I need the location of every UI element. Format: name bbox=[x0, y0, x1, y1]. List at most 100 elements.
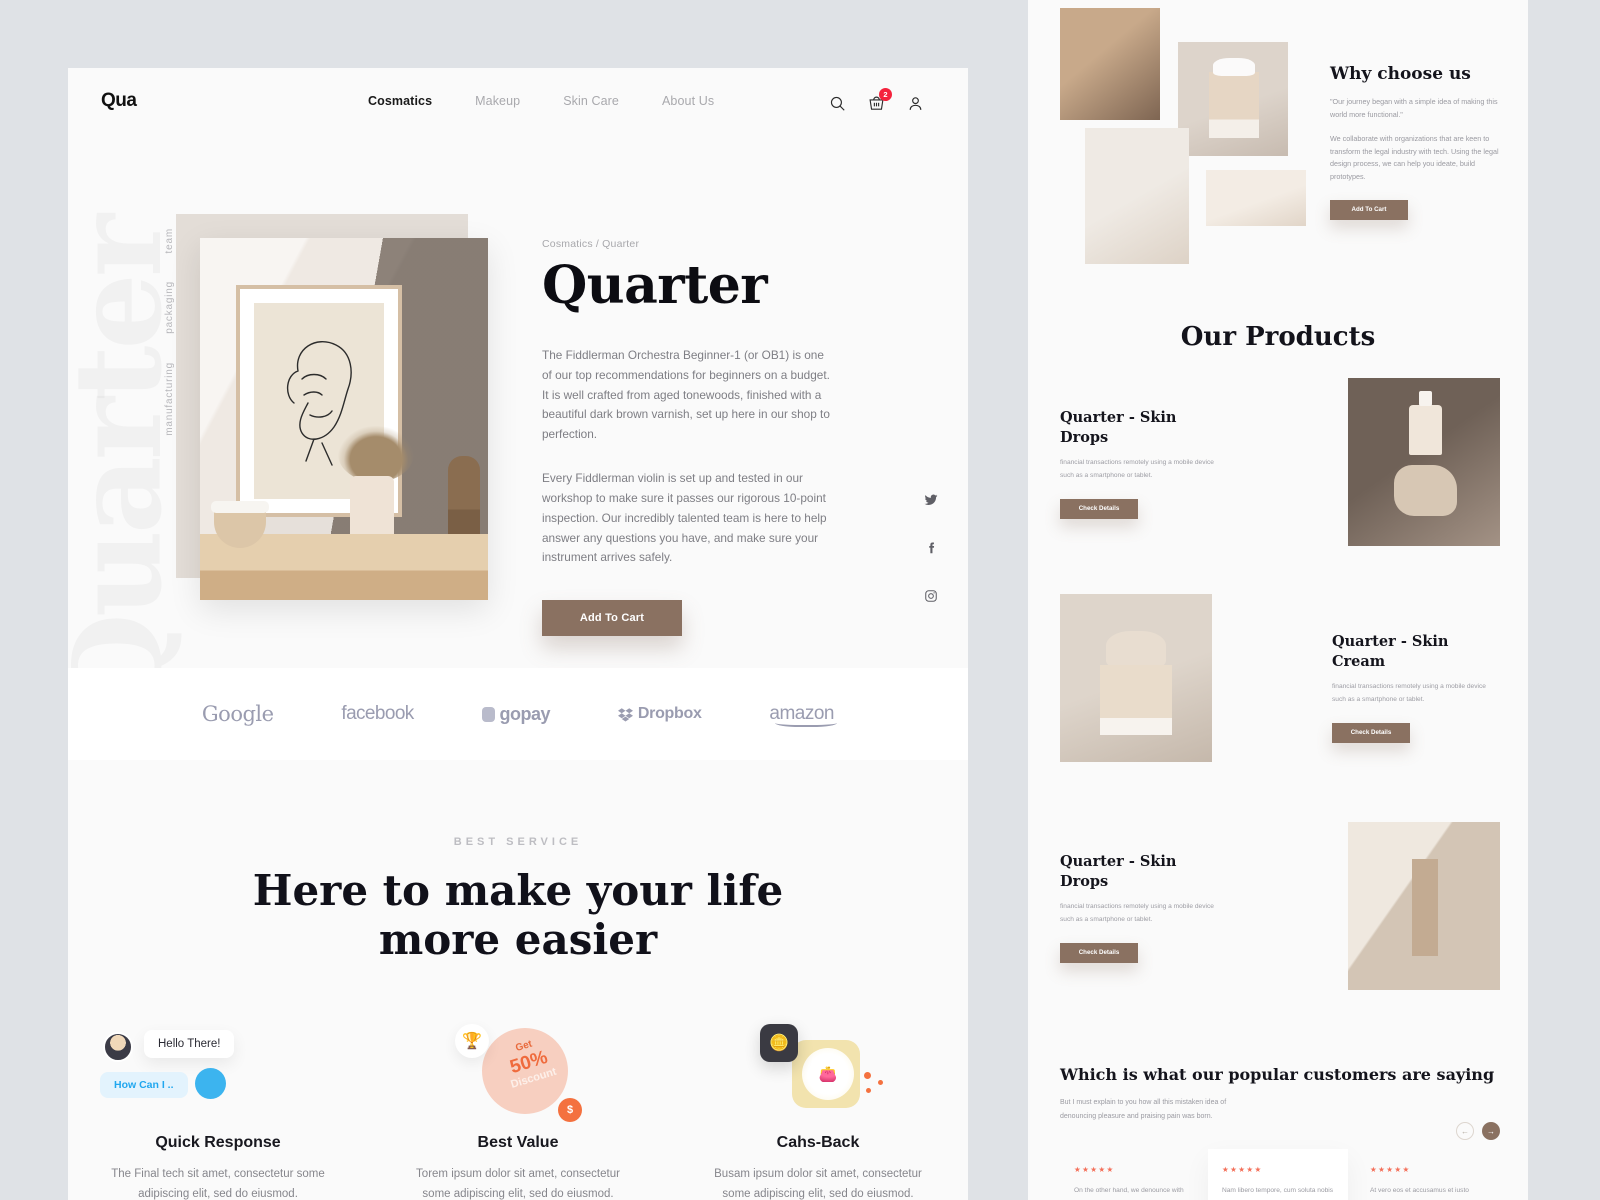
our-products-heading: Our Products bbox=[1180, 322, 1376, 352]
user-icon[interactable] bbox=[907, 95, 924, 112]
product-description: financial transactions remotely using a … bbox=[1332, 683, 1486, 704]
why-choose-us-quote: "Our journey began with a simple idea of… bbox=[1330, 97, 1498, 119]
breadcrumb: Cosmatics / Quarter bbox=[542, 238, 640, 250]
carousel-next-button[interactable]: → bbox=[1482, 1122, 1500, 1140]
hand-coin-icon: 🪙 bbox=[760, 1024, 798, 1063]
brand-logo-amazon: amazon bbox=[769, 703, 837, 727]
hero-product-photo bbox=[200, 238, 488, 600]
cart-count-badge: 2 bbox=[879, 88, 892, 101]
check-details-button[interactable]: Check Details bbox=[1332, 722, 1410, 743]
feature-card-quick-response: Hello There! How Can I .. Quick Response… bbox=[68, 1010, 368, 1200]
feature-art-cashback: 🪙 👛 bbox=[668, 1010, 968, 1128]
product-title: Quarter - Skin Cream bbox=[1332, 633, 1449, 670]
feature-title: Best Value bbox=[477, 1134, 559, 1152]
avatar bbox=[103, 1032, 133, 1063]
testimonials-heading: Which is what our popular customers are … bbox=[1060, 1065, 1495, 1084]
best-service-section: BEST SERVICE Here to make your life more… bbox=[68, 760, 968, 1200]
section-eyebrow: BEST SERVICE bbox=[453, 836, 583, 848]
collage-photo-product-line bbox=[1206, 170, 1306, 226]
brand-logo-dropbox: Dropbox bbox=[617, 705, 702, 723]
brand-logo-google: Google bbox=[201, 702, 274, 726]
brand-logo[interactable]: Qua bbox=[101, 90, 137, 112]
dropbox-mark-icon bbox=[617, 707, 633, 721]
product-3-info: Quarter - Skin Drops financial transacti… bbox=[1060, 852, 1228, 963]
testimonial-card[interactable]: ★★★★★ Nam libero tempore, cum soluta nob… bbox=[1208, 1148, 1348, 1200]
check-details-button[interactable]: Check Details bbox=[1060, 498, 1138, 519]
social-links bbox=[924, 493, 938, 603]
brand-logo-dropbox-label: Dropbox bbox=[637, 705, 702, 722]
stone-prop bbox=[1393, 465, 1458, 516]
cream-jar bbox=[1105, 630, 1167, 668]
feature-art-discount: 🏆 Get 50% Discount $ bbox=[368, 1010, 668, 1128]
feature-description: The Final tech sit amet, consectetur som… bbox=[111, 1168, 325, 1200]
carousel-prev-button[interactable]: ← bbox=[1456, 1122, 1474, 1140]
rating-stars-icon: ★★★★★ bbox=[1222, 1164, 1263, 1174]
collage-photo-packaging bbox=[1178, 42, 1288, 156]
brand-logo-facebook: facebook bbox=[341, 703, 414, 724]
facebook-icon[interactable] bbox=[924, 541, 938, 555]
rating-stars-icon: ★★★★★ bbox=[1074, 1164, 1115, 1174]
brand-logo-gopay-label: gopay bbox=[499, 703, 551, 724]
chat-send-icon bbox=[195, 1068, 226, 1100]
trophy-icon: 🏆 bbox=[455, 1024, 489, 1059]
serum-carton bbox=[1411, 858, 1438, 957]
dollar-coin-icon: $ bbox=[558, 1098, 582, 1123]
partner-logos-strip: Google facebook gopay Dropbox amazon bbox=[68, 668, 968, 760]
product-row-2: Quarter - Skin Cream financial transacti… bbox=[1028, 594, 1528, 796]
product-title: Quarter - Skin Drops bbox=[1060, 853, 1177, 890]
feature-description: Busam ipsum dolor sit amet, consectetur … bbox=[714, 1168, 922, 1200]
product-box bbox=[1208, 71, 1260, 138]
main-nav: Cosmatics Makeup Skin Care About Us bbox=[368, 94, 714, 108]
image-collage: Why choose us "Our journey began with a … bbox=[1028, 0, 1528, 270]
nav-item-about-us[interactable]: About Us bbox=[662, 94, 714, 108]
product-row-1: Quarter - Skin Drops financial transacti… bbox=[1028, 372, 1528, 574]
shopping-bag-icon: 👛 bbox=[802, 1048, 854, 1101]
feature-title: Cahs-Back bbox=[776, 1134, 860, 1152]
section-heading-line2: more easier bbox=[378, 915, 658, 965]
why-choose-us-title: Why choose us bbox=[1330, 64, 1471, 84]
product-description: financial transactions remotely using a … bbox=[1060, 903, 1214, 924]
brand-logo-gopay: gopay bbox=[481, 703, 551, 725]
section-heading: Here to make your life more easier bbox=[68, 866, 968, 964]
testimonial-text: At vero eos et accusamus et iusto odio d… bbox=[1370, 1186, 1469, 1194]
collage-photo-hand-jar bbox=[1085, 128, 1189, 264]
nav-item-skin-care[interactable]: Skin Care bbox=[563, 94, 619, 108]
product-2-image bbox=[1060, 594, 1212, 762]
header-actions: 2 bbox=[829, 88, 924, 112]
testimonial-text: On the other hand, we denounce with righ… bbox=[1074, 1186, 1184, 1194]
feature-description: Torem ipsum dolor sit amet, consectetur … bbox=[416, 1168, 620, 1200]
gopay-mark-icon bbox=[481, 706, 495, 722]
testimonial-text: Nam libero tempore, cum soluta nobis est… bbox=[1222, 1186, 1334, 1194]
hero-copy: Cosmatics / Quarter Quarter The Fiddlerm… bbox=[542, 238, 872, 637]
testimonials-section: Which is what our popular customers are … bbox=[1028, 1064, 1528, 1200]
feature-card-cash-back: 🪙 👛 Cahs-Back Busam ipsum dolor sit amet… bbox=[668, 1010, 968, 1200]
product-1-info: Quarter - Skin Drops financial transacti… bbox=[1060, 408, 1228, 519]
section-heading-line1: Here to make your life bbox=[252, 866, 784, 915]
nav-item-cosmatics[interactable]: Cosmatics bbox=[368, 94, 432, 108]
screenshot-stage: Quarter Qua Cosmatics Makeup Skin Care A… bbox=[0, 0, 1600, 1200]
testimonials-subtext: But I must explain to you how all this m… bbox=[1060, 1099, 1227, 1120]
collage-photo-model bbox=[1060, 8, 1160, 120]
hero-paragraph-1: The Fiddlerman Orchestra Beginner-1 (or … bbox=[542, 348, 830, 442]
testimonial-card[interactable]: ★★★★★ At vero eos et accusamus et iusto … bbox=[1356, 1149, 1496, 1200]
nav-item-makeup[interactable]: Makeup bbox=[475, 94, 520, 108]
cream-box bbox=[1099, 664, 1173, 736]
site-header: Qua Cosmatics Makeup Skin Care About Us bbox=[68, 68, 968, 138]
rating-stars-icon: ★★★★★ bbox=[1370, 1164, 1411, 1174]
product-3-image bbox=[1348, 822, 1500, 990]
search-icon[interactable] bbox=[829, 95, 846, 112]
testimonial-cards: ★★★★★ On the other hand, we denounce wit… bbox=[1060, 1148, 1496, 1200]
check-details-button[interactable]: Check Details bbox=[1060, 942, 1138, 963]
instagram-icon[interactable] bbox=[924, 589, 938, 603]
chat-bubble-outgoing: How Can I .. bbox=[100, 1072, 188, 1099]
testimonial-card[interactable]: ★★★★★ On the other hand, we denounce wit… bbox=[1060, 1149, 1200, 1200]
carousel-controls: ← → bbox=[1456, 1122, 1500, 1140]
twitter-icon[interactable] bbox=[924, 493, 938, 507]
page-title: Quarter bbox=[542, 255, 768, 316]
cart-button[interactable]: 2 bbox=[868, 88, 892, 112]
add-to-cart-button[interactable]: Add To Cart bbox=[542, 600, 682, 637]
feature-art-chat: Hello There! How Can I .. bbox=[68, 1010, 368, 1128]
why-add-to-cart-button[interactable]: Add To Cart bbox=[1330, 199, 1408, 220]
dropper-bottle bbox=[1408, 390, 1443, 456]
left-page-panel: Quarter Qua Cosmatics Makeup Skin Care A… bbox=[68, 68, 968, 1200]
